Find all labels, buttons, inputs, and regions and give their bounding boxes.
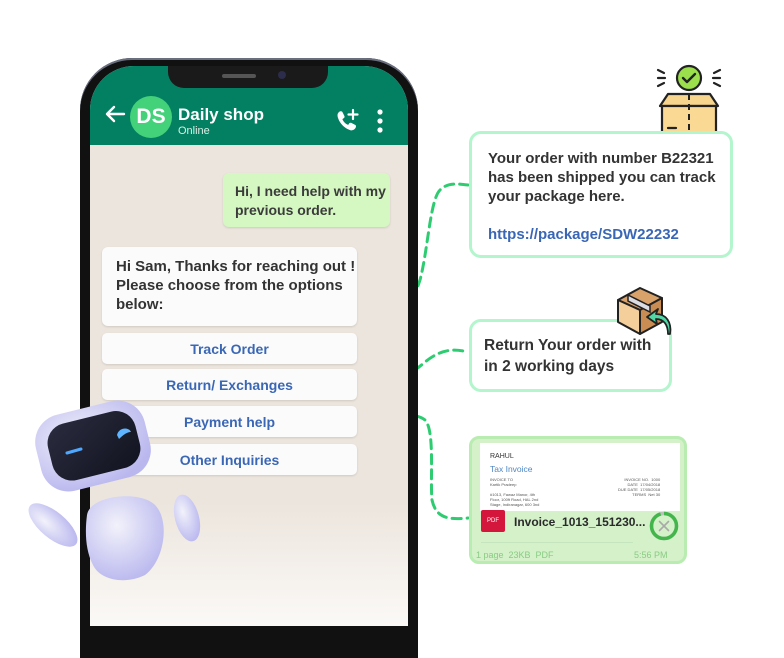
package-shipped-icon <box>656 64 722 140</box>
pdf-badge-label: PDF <box>487 518 499 524</box>
tracking-card: Your order with number B22321 has been s… <box>469 131 733 258</box>
incoming-message: Hi Sam, Thanks for reaching out ! Please… <box>102 247 357 326</box>
tracking-link[interactable]: https://package/SDW22232 <box>488 225 730 244</box>
robot-left-arm <box>28 503 78 547</box>
file-meta: 1 page 23KB PDF <box>476 550 554 560</box>
robot-right-arm <box>173 494 201 542</box>
tracking-text: Your order with number B22321 has been s… <box>488 150 716 205</box>
robot-body <box>85 496 164 581</box>
preview-title: Tax Invoice <box>490 464 533 474</box>
cancel-icon <box>658 520 670 532</box>
more-vertical-icon[interactable] <box>376 108 384 134</box>
option-track-order[interactable]: Track Order <box>102 333 357 364</box>
return-text: Return Your order with in 2 working days <box>484 337 652 375</box>
invoice-preview[interactable]: RAHUL Tax Invoice INVOICE TO Kartik Prad… <box>480 443 680 511</box>
avatar[interactable]: DS <box>130 96 172 138</box>
contact-name: Daily shop <box>178 105 264 124</box>
package-return-icon <box>617 287 672 335</box>
divider <box>481 542 633 543</box>
robot-mascot <box>28 400 201 581</box>
contact-status: Online <box>178 125 210 137</box>
download-progress[interactable] <box>649 511 679 541</box>
outgoing-message: Hi, I need help with my previous order. <box>223 173 390 227</box>
avatar-initials: DS <box>136 105 166 128</box>
invoice-card[interactable]: RAHUL Tax Invoice INVOICE TO Kartik Prad… <box>469 436 687 564</box>
camera <box>278 71 286 79</box>
message-time: 5:56 PM <box>634 550 668 560</box>
invoice-file-name: Invoice_1013_151230... <box>514 515 646 529</box>
preview-invoice-details: INVOICE NO. 1000 DATE 17/04/2018 DUE DAT… <box>618 477 661 497</box>
pdf-file-icon: PDF <box>481 510 505 532</box>
preview-name: RAHUL <box>490 453 514 460</box>
chat-header: DS Daily shop Online <box>90 66 408 145</box>
arrow-left-icon[interactable] <box>104 104 126 124</box>
speaker <box>222 74 256 78</box>
option-label: Track Order <box>190 340 269 357</box>
add-call-icon[interactable] <box>334 108 360 134</box>
phone-notch <box>168 66 328 88</box>
preview-bill-to: INVOICE TO Kartik Pradeep #1013, Fawaz M… <box>490 477 540 507</box>
